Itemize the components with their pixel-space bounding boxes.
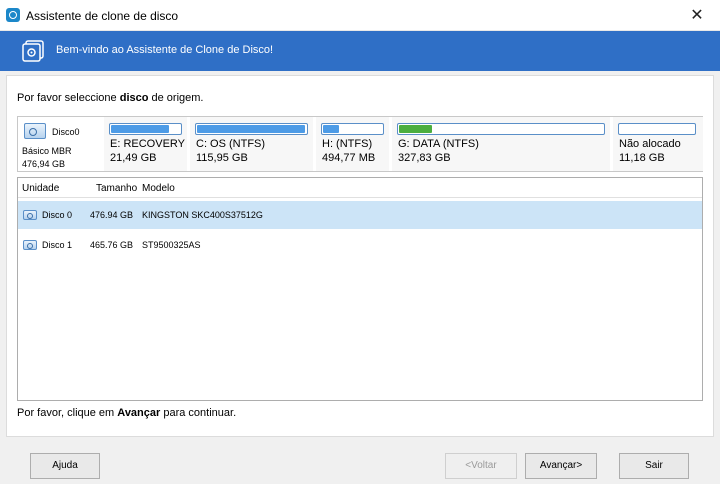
column-header-unit[interactable]: Unidade <box>22 183 59 194</box>
next-button[interactable]: Avançar> <box>525 453 597 479</box>
table-header: Unidade Tamanho Modelo <box>18 178 702 198</box>
title-bar: Assistente de clone de disco ✕ <box>0 0 720 31</box>
partition-usage-bar <box>195 123 308 135</box>
cell-size: 465.76 GB <box>90 240 134 250</box>
disk-clone-icon <box>22 40 44 62</box>
partition-label: H: (NTFS) <box>322 138 373 150</box>
disk-info[interactable]: Disco0 Básico MBR 476,94 GB <box>18 117 98 171</box>
disk-list-table[interactable]: Unidade Tamanho Modelo Disco 0 476.94 GB… <box>17 177 703 401</box>
close-button[interactable]: ✕ <box>674 0 720 31</box>
disk-type: Básico MBR <box>22 146 72 156</box>
partition-label: E: RECOVERY ... <box>110 138 186 150</box>
app-logo-icon <box>6 8 20 22</box>
cell-unit: Disco 0 <box>42 210 73 220</box>
content-panel: Por favor seleccione disco de origem. Di… <box>6 75 714 437</box>
partition-usage-fill <box>111 125 170 133</box>
exit-button[interactable]: Sair <box>619 453 689 479</box>
partition-label: G: DATA (NTFS) <box>398 138 479 150</box>
partition-capacity: 494,77 MB <box>322 152 376 164</box>
cell-unit: Disco 1 <box>42 240 73 250</box>
wizard-banner: Bem-vindo ao Assistente de Clone de Disc… <box>0 31 720 71</box>
back-button[interactable]: <Voltar <box>445 453 517 479</box>
partition-e-recovery[interactable]: E: RECOVERY ... 21,49 GB <box>102 117 187 171</box>
partition-unallocated[interactable]: Não alocado 11,18 GB <box>611 117 703 171</box>
partition-c-os[interactable]: C: OS (NTFS) 115,95 GB <box>188 117 313 171</box>
partition-usage-bar <box>618 123 696 135</box>
partition-usage-fill <box>399 125 433 133</box>
partition-capacity: 21,49 GB <box>110 152 157 164</box>
cell-model: KINGSTON SKC400S37512G <box>142 210 263 220</box>
disk-map: Disco0 Básico MBR 476,94 GB E: RECOVERY … <box>17 116 703 172</box>
table-row[interactable]: Disco 0 476.94 GB KINGSTON SKC400S37512G <box>18 201 702 229</box>
column-header-model[interactable]: Modelo <box>142 183 175 194</box>
column-header-size[interactable]: Tamanho <box>96 183 137 194</box>
partition-g-data[interactable]: G: DATA (NTFS) 327,83 GB <box>390 117 610 171</box>
partition-usage-bar <box>397 123 605 135</box>
partition-capacity: 11,18 GB <box>619 152 665 164</box>
hard-disk-icon <box>23 240 37 250</box>
partition-usage-bar <box>321 123 384 135</box>
hard-disk-icon <box>24 123 46 139</box>
disk-name: Disco0 <box>52 127 80 137</box>
partition-label: C: OS (NTFS) <box>196 138 266 150</box>
source-disk-prompt: Por favor seleccione disco de origem. <box>17 92 204 104</box>
partition-capacity: 327,83 GB <box>398 152 451 164</box>
window-title: Assistente de clone de disco <box>26 9 179 23</box>
partition-label: Não alocado <box>619 138 681 150</box>
partition-usage-fill <box>323 125 340 133</box>
banner-title: Bem-vindo ao Assistente de Clone de Disc… <box>56 44 274 56</box>
cell-size: 476.94 GB <box>90 210 134 220</box>
partition-capacity: 115,95 GB <box>196 152 248 164</box>
partition-usage-bar <box>109 123 182 135</box>
continue-instruction: Por favor, clique em Avançar para contin… <box>17 407 237 419</box>
table-row[interactable]: Disco 1 465.76 GB ST9500325AS <box>18 231 702 259</box>
hard-disk-icon <box>23 210 37 220</box>
disk-size: 476,94 GB <box>22 159 66 169</box>
cell-model: ST9500325AS <box>142 240 201 250</box>
partition-h[interactable]: H: (NTFS) 494,77 MB <box>314 117 389 171</box>
partition-usage-fill <box>197 125 305 133</box>
help-button[interactable]: Ajuda <box>30 453 100 479</box>
